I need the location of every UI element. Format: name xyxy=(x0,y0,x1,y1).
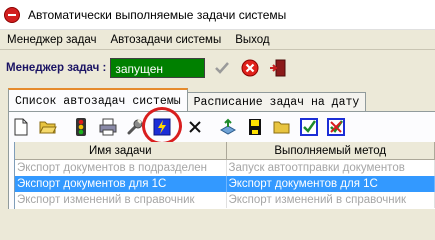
table-cell: Экспорт изменений в справочник xyxy=(227,192,435,208)
tab-schedule-by-date[interactable]: Расписание задач на дату xyxy=(186,92,367,112)
table-cell: Экспорт документов в подразделен xyxy=(15,160,227,176)
grid-header: Имя задачи Выполняемый метод xyxy=(15,142,435,160)
check-icon[interactable] xyxy=(211,57,233,79)
menu-system-autotasks[interactable]: Автозадачи системы xyxy=(104,34,229,46)
status-value: запущен xyxy=(110,58,206,78)
table-cell: Экспорт изменений в справочник xyxy=(15,192,227,208)
column-header-method[interactable]: Выполняемый метод xyxy=(227,142,435,159)
new-document-icon[interactable] xyxy=(10,116,32,138)
print-icon[interactable] xyxy=(97,116,119,138)
cancel-check-icon[interactable] xyxy=(325,116,347,138)
title-bar: Автоматически выполняемые задачи системы xyxy=(0,0,435,30)
stop-button[interactable] xyxy=(239,57,261,79)
highlight-circle xyxy=(142,107,182,145)
table-cell: Запуск автоотправки документов xyxy=(227,160,435,176)
table-row[interactable]: Экспорт документов в подразделен Запуск … xyxy=(15,160,435,176)
status-label: Менеджер задач : xyxy=(6,62,107,74)
task-grid: Имя задачи Выполняемый метод Экспорт док… xyxy=(14,142,435,209)
window-title: Автоматически выполняемые задачи системы xyxy=(28,7,287,22)
exit-door-icon[interactable] xyxy=(267,57,289,79)
delete-x-icon[interactable] xyxy=(184,116,206,138)
export-icon[interactable] xyxy=(217,116,239,138)
table-row[interactable]: Экспорт документов для 1С Экспорт докуме… xyxy=(15,176,435,192)
table-row[interactable]: Экспорт изменений в справочник Экспорт и… xyxy=(15,192,435,208)
save-icon[interactable] xyxy=(244,116,266,138)
traffic-light-icon[interactable] xyxy=(70,116,92,138)
check-icon[interactable] xyxy=(298,116,320,138)
stop-icon xyxy=(4,6,20,23)
open-folder-icon[interactable] xyxy=(37,116,59,138)
toolbar xyxy=(10,114,435,140)
menu-bar: Менеджер задач Автозадачи системы Выход xyxy=(0,30,435,50)
manager-status-bar: Менеджер задач : запущен xyxy=(0,51,435,85)
menu-exit[interactable]: Выход xyxy=(228,34,276,46)
table-cell: Экспорт документов для 1С xyxy=(15,176,227,192)
column-header-task-name[interactable]: Имя задачи xyxy=(15,142,227,159)
tab-strip: Список автозадач системы Расписание зада… xyxy=(8,86,367,112)
table-cell: Экспорт документов для 1С xyxy=(227,176,435,192)
menu-task-manager[interactable]: Менеджер задач xyxy=(0,34,104,46)
folder-icon[interactable] xyxy=(271,116,293,138)
